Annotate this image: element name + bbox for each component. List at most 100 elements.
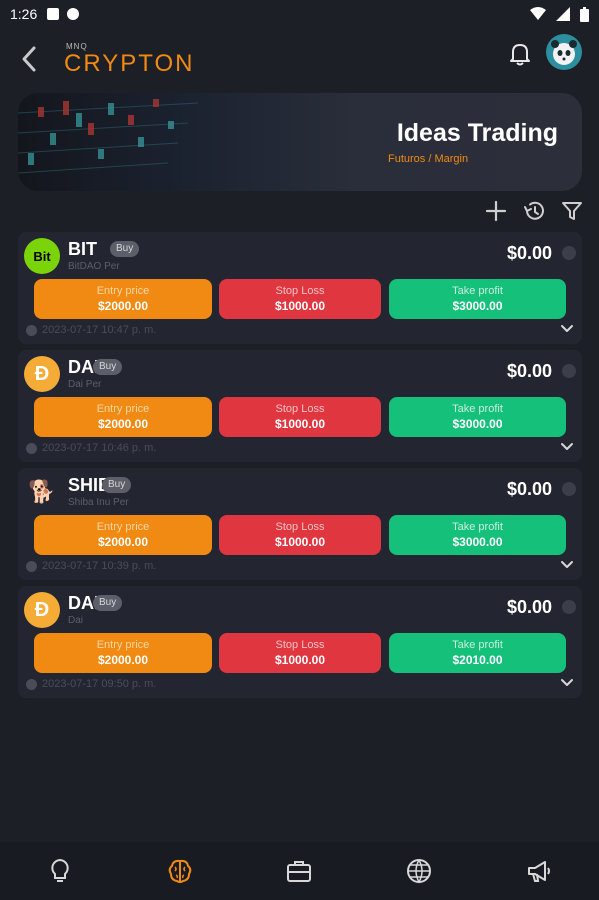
globe-icon — [407, 859, 432, 884]
entry-price-label: Entry price — [96, 285, 150, 297]
coin-symbol: BIT — [68, 239, 97, 259]
coin-icon-glyph: Ð — [34, 598, 50, 621]
stop-loss-value: $1000.00 — [274, 299, 326, 313]
stop-loss-button[interactable]: Stop Loss $1000.00 — [219, 633, 381, 673]
stop-loss-button[interactable]: Stop Loss $1000.00 — [219, 397, 381, 437]
chevron-down-icon[interactable] — [560, 560, 574, 570]
entry-price-value: $2000.00 — [97, 417, 149, 431]
pair-label: BitDAO Per — [68, 261, 120, 272]
pair-label: Shiba Inu Per — [68, 497, 129, 508]
app-logo: MNQ CRYPTON — [64, 40, 194, 80]
stop-loss-value: $1000.00 — [274, 535, 326, 549]
coin-icon-glyph: Bit — [33, 248, 51, 264]
stop-loss-label: Stop Loss — [275, 639, 325, 651]
idea-date-text: 2023-07-17 10:39 p. m. — [42, 560, 157, 572]
status-dot-toggle[interactable] — [562, 482, 576, 496]
status-dot-toggle[interactable] — [562, 600, 576, 614]
entry-price-button[interactable]: Entry price $2000.00 — [34, 633, 212, 673]
chevron-down-icon[interactable] — [560, 324, 574, 334]
avatar[interactable] — [546, 34, 582, 70]
bell-icon[interactable] — [506, 40, 534, 68]
entry-price-label: Entry price — [96, 521, 150, 533]
status-dot-toggle[interactable] — [562, 246, 576, 260]
filter-icon[interactable] — [560, 200, 584, 222]
take-profit-value: $3000.00 — [452, 299, 503, 313]
pnl-amount: $0.00 — [506, 243, 552, 263]
side-badge: Buy — [110, 241, 140, 257]
dai-coin-icon: Ð — [24, 356, 60, 392]
add-icon[interactable] — [484, 200, 508, 222]
entry-price-label: Entry price — [96, 639, 150, 651]
entry-price-button[interactable]: Entry price $2000.00 — [34, 279, 212, 319]
entry-price-value: $2000.00 — [97, 299, 149, 313]
stop-loss-label: Stop Loss — [275, 521, 325, 533]
coin-icon-glyph: Ð — [34, 362, 50, 385]
idea-date: 2023-07-17 10:46 p. m. — [26, 442, 156, 454]
side-badge: Buy — [93, 595, 123, 611]
battery-icon — [580, 6, 589, 22]
ideas-banner: Ideas Trading Futuros / Margin — [18, 93, 582, 191]
take-profit-label: Take profit — [452, 521, 503, 533]
take-profit-value: $3000.00 — [452, 417, 503, 431]
lightbulb-icon — [51, 858, 69, 882]
idea-date-text: 2023-07-17 10:46 p. m. — [42, 442, 157, 454]
notification-icon — [47, 8, 60, 20]
app-header: MNQ CRYPTON — [0, 30, 599, 90]
pnl-amount: $0.00 — [506, 597, 552, 617]
idea-date: 2023-07-17 10:47 p. m. — [26, 324, 156, 336]
status-time: 1:26 — [10, 6, 38, 22]
bottom-navigation — [0, 842, 599, 900]
nav-trading[interactable] — [163, 854, 197, 888]
entry-price-button[interactable]: Entry price $2000.00 — [34, 397, 212, 437]
idea-card[interactable]: 🐕 SHIB Buy Shiba Inu Per $0.00 Entry price $20… — [18, 468, 582, 580]
sync-icon — [67, 8, 80, 20]
wifi-icon — [530, 7, 546, 20]
stop-loss-value: $1000.00 — [274, 417, 326, 431]
list-actions — [484, 200, 584, 222]
entry-price-value: $2000.00 — [97, 653, 149, 667]
status-bar: 1:26 — [0, 0, 599, 28]
pair-label: Dai Per — [68, 379, 102, 390]
panda-avatar-icon — [551, 40, 577, 65]
clock-icon — [26, 678, 37, 690]
banner-subtitle: Futuros / Margin — [388, 153, 469, 165]
chevron-down-icon[interactable] — [560, 678, 574, 688]
idea-card[interactable]: Bit BIT Buy BitDAO Per $0.00 Entry price $2000… — [18, 232, 582, 344]
idea-card[interactable]: Ð DAI Buy Dai $0.00 Entry price $2000.00 Stop L… — [18, 586, 582, 698]
history-icon[interactable] — [522, 200, 546, 222]
stop-loss-button[interactable]: Stop Loss $1000.00 — [219, 279, 381, 319]
nav-announcements[interactable] — [522, 854, 556, 888]
take-profit-label: Take profit — [452, 403, 503, 415]
pair-label: Dai — [68, 615, 84, 626]
entry-price-button[interactable]: Entry price $2000.00 — [34, 515, 212, 555]
nav-ideas[interactable] — [43, 854, 77, 888]
chevron-down-icon[interactable] — [560, 442, 574, 452]
coin-icon-glyph: 🐕 — [28, 479, 56, 504]
dai-coin-icon: Ð — [24, 592, 60, 628]
take-profit-button[interactable]: Take profit $3000.00 — [389, 279, 566, 319]
idea-card[interactable]: Ð DAI Buy Dai Per $0.00 Entry price $2000.00 St… — [18, 350, 582, 462]
back-arrow-icon[interactable] — [18, 44, 42, 74]
status-dot-toggle[interactable] — [562, 364, 576, 378]
clock-icon — [26, 560, 37, 572]
shiba-coin-icon: 🐕 — [24, 474, 60, 510]
clock-icon — [26, 324, 37, 336]
logo-text: CRYPTON — [64, 50, 195, 77]
bitdao-coin-icon: Bit — [24, 238, 60, 274]
side-badge: Buy — [102, 477, 132, 493]
clock-icon — [26, 442, 37, 454]
stop-loss-button[interactable]: Stop Loss $1000.00 — [219, 515, 381, 555]
stop-loss-label: Stop Loss — [275, 285, 325, 297]
entry-price-label: Entry price — [96, 403, 150, 415]
take-profit-label: Take profit — [452, 285, 503, 297]
signal-icon — [556, 7, 570, 21]
nav-markets[interactable] — [402, 854, 436, 888]
take-profit-button[interactable]: Take profit $3000.00 — [389, 515, 566, 555]
idea-date-text: 2023-07-17 09:50 p. m. — [42, 678, 157, 690]
take-profit-label: Take profit — [452, 639, 503, 651]
take-profit-value: $3000.00 — [452, 535, 503, 549]
take-profit-button[interactable]: Take profit $2010.00 — [389, 633, 566, 673]
nav-portfolio[interactable] — [282, 854, 316, 888]
stop-loss-label: Stop Loss — [275, 403, 325, 415]
take-profit-button[interactable]: Take profit $3000.00 — [389, 397, 566, 437]
